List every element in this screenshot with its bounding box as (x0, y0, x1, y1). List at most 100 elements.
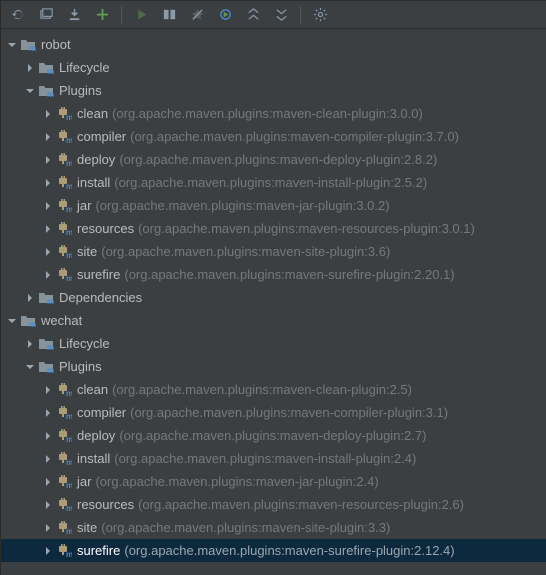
svg-text:m: m (66, 435, 72, 443)
folder-node[interactable]: mPlugins (1, 355, 546, 378)
add-icon[interactable] (91, 4, 113, 26)
tree-item-label: surefire (77, 543, 120, 558)
plugin-node[interactable]: mdeploy(org.apache.maven.plugins:maven-d… (1, 148, 546, 171)
chevron-down-icon[interactable] (5, 316, 19, 326)
plugin-icon: m (55, 221, 73, 237)
collapse-all-icon[interactable] (270, 4, 292, 26)
refresh-icon[interactable] (7, 4, 29, 26)
tree-item-label: site (77, 244, 97, 259)
plugin-icon: m (55, 451, 73, 467)
toolbar (1, 1, 546, 29)
svg-text:m: m (66, 228, 72, 236)
expand-all-icon[interactable] (242, 4, 264, 26)
chevron-right-icon[interactable] (41, 247, 55, 257)
svg-text:m: m (66, 251, 72, 259)
plugin-icon: m (55, 405, 73, 421)
project-node[interactable]: mwechat (1, 309, 546, 332)
tree-item-artifact: (org.apache.maven.plugins:maven-clean-pl… (112, 106, 423, 121)
chevron-right-icon[interactable] (41, 477, 55, 487)
chevron-down-icon[interactable] (5, 40, 19, 50)
folder-node[interactable]: mLifecycle (1, 56, 546, 79)
plugin-node[interactable]: mcompiler(org.apache.maven.plugins:maven… (1, 125, 546, 148)
tree-item-label: wechat (41, 313, 82, 328)
chevron-down-icon[interactable] (23, 86, 37, 96)
plugin-node[interactable]: minstall(org.apache.maven.plugins:maven-… (1, 171, 546, 194)
plugin-node[interactable]: mclean(org.apache.maven.plugins:maven-cl… (1, 102, 546, 125)
chevron-right-icon[interactable] (41, 454, 55, 464)
svg-text:m: m (47, 90, 54, 98)
chevron-right-icon[interactable] (23, 63, 37, 73)
plugin-icon: m (55, 428, 73, 444)
chevron-right-icon[interactable] (41, 408, 55, 418)
tree-item-artifact: (org.apache.maven.plugins:maven-jar-plug… (95, 474, 378, 489)
folder-node[interactable]: mPlugins (1, 79, 546, 102)
plugin-icon: m (55, 520, 73, 536)
svg-text:m: m (66, 412, 72, 420)
chevron-right-icon[interactable] (41, 132, 55, 142)
chevron-right-icon[interactable] (41, 178, 55, 188)
plugin-icon: m (55, 129, 73, 145)
plugin-node[interactable]: m surefire (org.apache.maven.plugins:maven… (1, 539, 546, 562)
plugin-icon: m (55, 543, 73, 559)
tree-item-label: robot (41, 37, 71, 52)
tree-item-label: site (77, 520, 97, 535)
chevron-right-icon[interactable] (41, 155, 55, 165)
chevron-right-icon[interactable] (41, 523, 55, 533)
plugin-node[interactable]: m compiler (org.apache.maven.plugins:maven… (1, 401, 546, 424)
plugin-node[interactable]: minstall(org.apache.maven.plugins:maven-… (1, 447, 546, 470)
toggle-offline-icon[interactable] (186, 4, 208, 26)
chevron-right-icon[interactable] (41, 224, 55, 234)
svg-text:m: m (47, 67, 54, 75)
settings-icon[interactable] (309, 4, 331, 26)
plugin-icon: m (55, 152, 73, 168)
tree-item-artifact: (org.apache.maven.plugins:maven-compiler… (130, 405, 448, 420)
svg-text:m: m (29, 44, 36, 52)
plugin-node[interactable]: msite(org.apache.maven.plugins:maven-sit… (1, 240, 546, 263)
plugin-icon: m (55, 106, 73, 122)
tree-item-label: compiler (77, 129, 126, 144)
folder-node[interactable]: mLifecycle (1, 332, 546, 355)
chevron-down-icon[interactable] (23, 362, 37, 372)
chevron-right-icon[interactable] (41, 270, 55, 280)
tree-item-label: install (77, 451, 110, 466)
chevron-right-icon[interactable] (41, 500, 55, 510)
maven-folder-icon: m (19, 313, 37, 329)
chevron-right-icon[interactable] (41, 546, 55, 556)
execute-goal-icon[interactable] (214, 4, 236, 26)
tree-item-label: deploy (77, 428, 115, 443)
chevron-right-icon[interactable] (41, 385, 55, 395)
svg-text:m: m (66, 550, 72, 558)
svg-text:m: m (47, 366, 54, 374)
download-icon[interactable] (63, 4, 85, 26)
plugin-node[interactable]: mresources(org.apache.maven.plugins:mave… (1, 217, 546, 240)
tree-item-artifact: (org.apache.maven.plugins:maven-deploy-p… (119, 152, 437, 167)
plugin-node[interactable]: mjar(org.apache.maven.plugins:maven-jar-… (1, 470, 546, 493)
tree-item-label: compiler (77, 405, 126, 420)
plugin-node[interactable]: msurefire(org.apache.maven.plugins:maven… (1, 263, 546, 286)
maven-tree[interactable]: mrobotmLifecyclemPluginsmclean(org.apach… (1, 29, 546, 562)
chevron-right-icon[interactable] (41, 201, 55, 211)
plugin-node[interactable]: mresources(org.apache.maven.plugins:mave… (1, 493, 546, 516)
chevron-right-icon[interactable] (23, 339, 37, 349)
generate-sources-icon[interactable] (35, 4, 57, 26)
folder-node[interactable]: mDependencies (1, 286, 546, 309)
svg-text:m: m (66, 113, 72, 121)
plugin-node[interactable]: msite(org.apache.maven.plugins:maven-sit… (1, 516, 546, 539)
plugin-node[interactable]: mjar(org.apache.maven.plugins:maven-jar-… (1, 194, 546, 217)
tree-item-label: resources (77, 221, 134, 236)
plugin-node[interactable]: mdeploy(org.apache.maven.plugins:maven-d… (1, 424, 546, 447)
svg-text:m: m (66, 136, 72, 144)
run-configurations-icon[interactable] (158, 4, 180, 26)
plugin-icon: m (55, 198, 73, 214)
chevron-right-icon[interactable] (41, 109, 55, 119)
svg-text:m: m (66, 389, 72, 397)
run-icon[interactable] (130, 4, 152, 26)
chevron-right-icon[interactable] (41, 431, 55, 441)
tree-item-artifact: (org.apache.maven.plugins:maven-surefire… (124, 543, 454, 558)
project-node[interactable]: mrobot (1, 33, 546, 56)
plugin-node[interactable]: mclean(org.apache.maven.plugins:maven-cl… (1, 378, 546, 401)
svg-text:m: m (66, 205, 72, 213)
chevron-right-icon[interactable] (23, 293, 37, 303)
tree-item-label: surefire (77, 267, 120, 282)
tree-item-label: jar (77, 474, 91, 489)
